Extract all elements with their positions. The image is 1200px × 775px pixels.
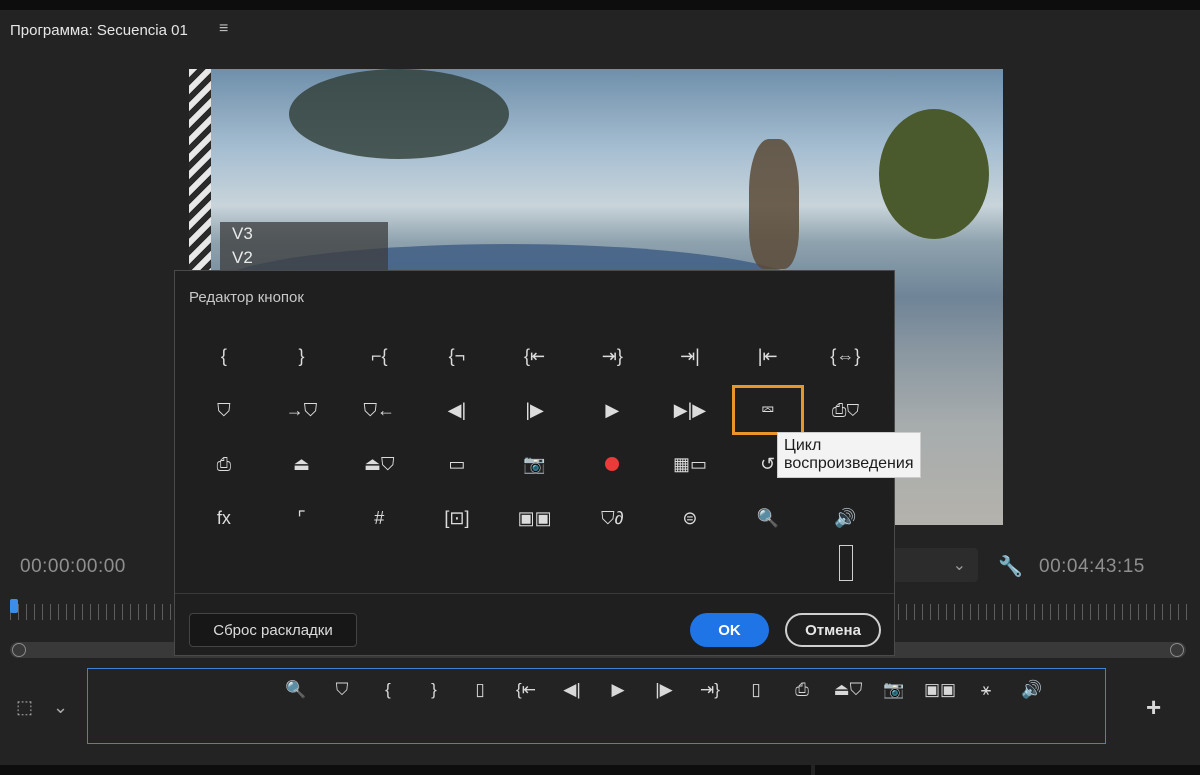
playhead[interactable] bbox=[10, 599, 18, 613]
chevron-down-icon: ⌄ bbox=[952, 557, 966, 574]
cancel-button[interactable]: Отмена bbox=[785, 613, 881, 647]
toolbar-button-icon[interactable]: {⇤ bbox=[503, 677, 549, 703]
toolbar-button-icon[interactable]: { bbox=[365, 677, 411, 703]
toolbar-button-icon[interactable]: ▯ bbox=[457, 677, 503, 703]
panel-menu-icon[interactable]: ≡ bbox=[219, 20, 228, 38]
bottom-edge bbox=[0, 765, 1200, 775]
grid-button-icon[interactable]: ◀| bbox=[418, 383, 496, 437]
dialog-separator bbox=[175, 593, 894, 594]
grid-button-icon[interactable]: { bbox=[185, 329, 263, 383]
grid-button-icon[interactable]: {⇔} bbox=[807, 329, 885, 383]
grid-button-icon[interactable]: →⛉ bbox=[263, 383, 341, 437]
toolbar-button-icon[interactable]: ⚹ bbox=[963, 677, 1009, 703]
toolbar-button-icon[interactable]: ⇥} bbox=[687, 677, 733, 703]
grid-button-icon[interactable]: 🔍 bbox=[729, 491, 807, 545]
dialog-title: Редактор кнопок bbox=[189, 289, 304, 306]
grid-button-icon[interactable]: ⏏ bbox=[263, 437, 341, 491]
track-label-v2: V2 bbox=[232, 248, 253, 267]
record-icon bbox=[605, 457, 620, 471]
track-label-v3: V3 bbox=[232, 224, 253, 243]
grid-button-icon[interactable]: 📷 bbox=[496, 437, 574, 491]
grid-button-icon[interactable]: ⌐{ bbox=[340, 329, 418, 383]
toolbar-button-icon[interactable]: |▶ bbox=[641, 677, 687, 703]
grid-button-icon[interactable]: } bbox=[263, 329, 341, 383]
scroll-handle-right[interactable] bbox=[1170, 643, 1184, 657]
grid-button-icon[interactable]: ▭ bbox=[418, 437, 496, 491]
grid-button-icon[interactable]: ▶ bbox=[573, 383, 651, 437]
grid-button-icon[interactable]: ⛉← bbox=[340, 383, 418, 437]
panel-title[interactable]: Программа: Secuencia 01 bbox=[10, 22, 188, 39]
grid-button-icon[interactable]: # bbox=[340, 491, 418, 545]
toolbar-button-icon[interactable]: ◀| bbox=[549, 677, 595, 703]
ok-button[interactable]: OK bbox=[690, 613, 769, 647]
grid-button-icon[interactable]: |⇤ bbox=[729, 329, 807, 383]
grid-button-icon[interactable]: ⇥| bbox=[651, 329, 729, 383]
grid-button-icon[interactable]: [⊡] bbox=[418, 491, 496, 545]
spacer-button[interactable] bbox=[839, 545, 853, 581]
toolbar-button-icon[interactable]: ▣▣ bbox=[917, 677, 963, 703]
wrench-icon[interactable]: 🔧 bbox=[998, 554, 1023, 579]
toolbar-button-icon[interactable]: ⛉ bbox=[319, 677, 365, 703]
grid-button-icon[interactable]: ▣▣ bbox=[496, 491, 574, 545]
toolbar-button-icon[interactable]: 📷 bbox=[871, 677, 917, 703]
grid-button-icon[interactable]: fx bbox=[185, 491, 263, 545]
button-editor-dialog: Редактор кнопок {} ⌐{{¬ {⇤ ⇥} ⇥| |⇤ {⇔} ⛉ →⛉ ⛉← ◀|… bbox=[174, 270, 921, 656]
toolbar-button-icon[interactable]: } bbox=[411, 677, 457, 703]
grid-button-icon[interactable]: 🔊 bbox=[807, 491, 885, 545]
grid-button-icon[interactable]: ⎙ bbox=[185, 437, 263, 491]
loop-playback-icon[interactable]: ⮹ bbox=[731, 385, 804, 435]
toolbar-button-icon[interactable]: ⏏⛉ bbox=[825, 677, 871, 703]
current-timecode[interactable]: 00:00:00:00 bbox=[20, 556, 126, 578]
grid-button-icon[interactable]: |▶ bbox=[496, 383, 574, 437]
button-editor-plus-icon[interactable]: + bbox=[1146, 692, 1161, 723]
grid-button-icon[interactable]: ⏏⛉ bbox=[340, 437, 418, 491]
toolbar-button-icon[interactable]: ⎙ bbox=[779, 677, 825, 703]
duration-timecode: 00:04:43:15 bbox=[1039, 556, 1145, 577]
toolbar-button-icon[interactable]: ▶ bbox=[595, 677, 641, 703]
video-skater bbox=[749, 139, 799, 269]
transform-icon[interactable]: ⬚ bbox=[16, 697, 33, 717]
grid-button-icon[interactable]: ▦▭ bbox=[651, 437, 729, 491]
grid-button-icon[interactable]: ⛉∂ bbox=[573, 491, 651, 545]
grid-button-icon[interactable]: ⛉ bbox=[185, 383, 263, 437]
toolbar-button-icon[interactable]: ▯ bbox=[733, 677, 779, 703]
grid-button-icon[interactable]: ⎙⛉ bbox=[807, 383, 885, 437]
toolbar-button-icon[interactable]: 🔊 bbox=[1009, 677, 1055, 703]
tooltip: Цикл воспроизведения bbox=[777, 432, 921, 478]
toolbar-button-icon[interactable]: 🔍 bbox=[273, 677, 319, 703]
reset-layout-button[interactable]: Сброс раскладки bbox=[189, 613, 357, 647]
top-edge bbox=[0, 0, 1200, 10]
grid-button-icon[interactable]: {¬ bbox=[418, 329, 496, 383]
video-tree bbox=[879, 109, 989, 239]
grid-button-icon[interactable]: ⇥} bbox=[573, 329, 651, 383]
grid-button-icon[interactable]: ⌜ bbox=[263, 491, 341, 545]
left-tools: ⬚ ⌄ bbox=[16, 697, 68, 718]
video-trees bbox=[289, 69, 509, 159]
grid-button-icon[interactable]: ▶|▶ bbox=[651, 383, 729, 437]
chevron-down-icon[interactable]: ⌄ bbox=[53, 697, 68, 717]
grid-button-icon[interactable] bbox=[573, 437, 651, 491]
grid-button-icon[interactable]: {⇤ bbox=[496, 329, 574, 383]
transport-toolbar[interactable]: 🔍 ⛉{} ▯ {⇤ ◀| ▶ |▶ ⇥} ▯ ⎙ ⏏⛉ 📷 ▣▣ ⚹ 🔊 bbox=[87, 668, 1106, 744]
grid-button-icon[interactable]: ⊜ bbox=[651, 491, 729, 545]
scroll-handle-left[interactable] bbox=[12, 643, 26, 657]
